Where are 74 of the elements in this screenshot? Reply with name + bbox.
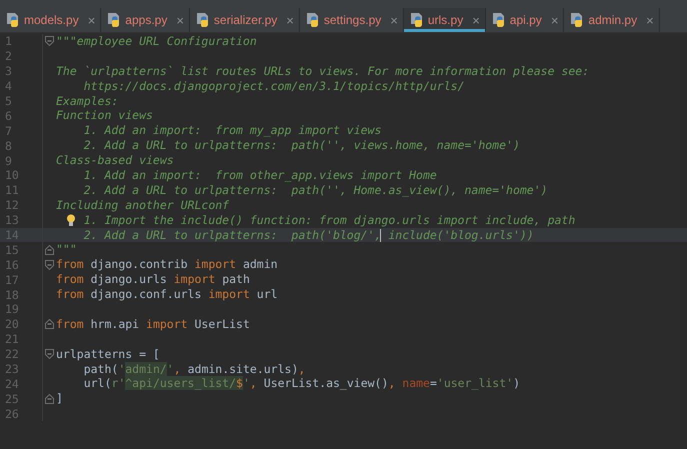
line-number: 23 (4, 362, 20, 376)
code-line: 1. Add an import: from other_app.views import Home (82, 168, 437, 183)
code-line: The `urlpatterns` list routes URLs to views. For more information please see: (56, 64, 590, 79)
close-icon[interactable]: × (286, 12, 294, 28)
line-number: 4 (4, 79, 13, 94)
code-line: Class-based views (56, 153, 174, 168)
file-tab[interactable]: api.py × (486, 8, 564, 32)
code-line: 2. Add a URL to urlpatterns: path('', Home.as_view(), name='home') (82, 182, 548, 198)
file-tab[interactable]: admin.py × (564, 8, 660, 32)
code-line: 2. Add a URL to urlpatterns: path('', views.home, name='home') (82, 138, 520, 154)
fold-icon[interactable] (45, 349, 54, 360)
file-icon (194, 12, 211, 28)
line-number: 26 (4, 406, 20, 421)
fold-icon[interactable] (45, 36, 54, 46)
lightbulb-icon[interactable] (66, 214, 76, 227)
line-number: 19 (4, 302, 20, 316)
code-line: Examples: (56, 94, 118, 108)
fold-icon[interactable] (45, 319, 54, 330)
line-number: 18 (4, 288, 20, 302)
file-tab[interactable]: apps.py × (101, 8, 190, 32)
file-icon (304, 12, 321, 28)
line-number: 8 (4, 138, 13, 153)
code-line: urlpatterns = [ (56, 346, 160, 362)
code-line: 1. Import the include() function: from django.urls import include, path (84, 212, 576, 228)
line-number: 20 (4, 317, 20, 332)
code-line: from django.urls import path (56, 272, 250, 288)
line-number: 17 (4, 272, 20, 287)
code-line: from hrm.api import UserList (56, 316, 250, 332)
close-icon[interactable]: × (550, 12, 558, 28)
line-number: 6 (4, 108, 13, 123)
file-icon (490, 12, 507, 28)
line-number: 7 (4, 124, 13, 138)
close-icon[interactable]: × (176, 12, 184, 28)
code-line: from django.contrib import admin (56, 257, 278, 272)
code-line: """employee URL Configuration (56, 34, 257, 49)
file-icon (5, 12, 21, 28)
line-number: 1 (4, 34, 13, 48)
code-line: https://docs.djangoproject.com/en/3.1/topics/http/urls/ (82, 78, 464, 94)
close-icon[interactable]: × (646, 12, 654, 28)
code-line: 1. Add an import: from my_app import views (82, 123, 382, 138)
code-line: ] (56, 391, 63, 406)
code-line: Including another URLconf (56, 198, 230, 213)
code-editor[interactable] (0, 33, 687, 422)
line-number: 25 (4, 392, 20, 406)
line-number: 22 (4, 347, 20, 362)
code-line: path('admin/', admin.site.urls), (82, 362, 306, 376)
file-icon (408, 12, 425, 28)
line-number: 2 (4, 49, 13, 64)
fold-icon[interactable] (45, 260, 54, 270)
line-number: 9 (4, 154, 13, 168)
code-line: from django.conf.urls import url (56, 287, 278, 302)
line-number: 3 (4, 64, 13, 78)
code-line: url(r'^api/users_list/$', UserList.as_view(), name='user_list') (82, 376, 520, 392)
file-tab[interactable]: settings.py × (300, 8, 404, 32)
line-number: 11 (4, 183, 20, 198)
line-number: 5 (4, 94, 13, 108)
line-number: 13 (4, 213, 20, 228)
file-tab[interactable]: urls.py × (404, 8, 486, 32)
close-icon[interactable]: × (390, 12, 398, 28)
file-tab[interactable]: serializer.py × (190, 8, 300, 32)
line-number: 16 (4, 258, 20, 272)
code-line: Function views (56, 108, 153, 124)
line-number: 21 (4, 332, 20, 346)
file-tab[interactable]: models.py × (0, 8, 102, 32)
fold-icon[interactable] (45, 244, 54, 255)
code-line: """ (56, 242, 77, 258)
line-number: 24 (4, 376, 20, 391)
line-number: 12 (4, 198, 20, 212)
code-line: 2. Add a URL to urlpatterns: path('blog/', include('blog.urls')) (82, 228, 534, 242)
close-icon[interactable]: × (88, 12, 96, 28)
line-number: 10 (4, 168, 20, 182)
line-number: 15 (4, 242, 20, 257)
fold-icon[interactable] (45, 394, 54, 404)
close-icon[interactable]: × (472, 12, 480, 28)
